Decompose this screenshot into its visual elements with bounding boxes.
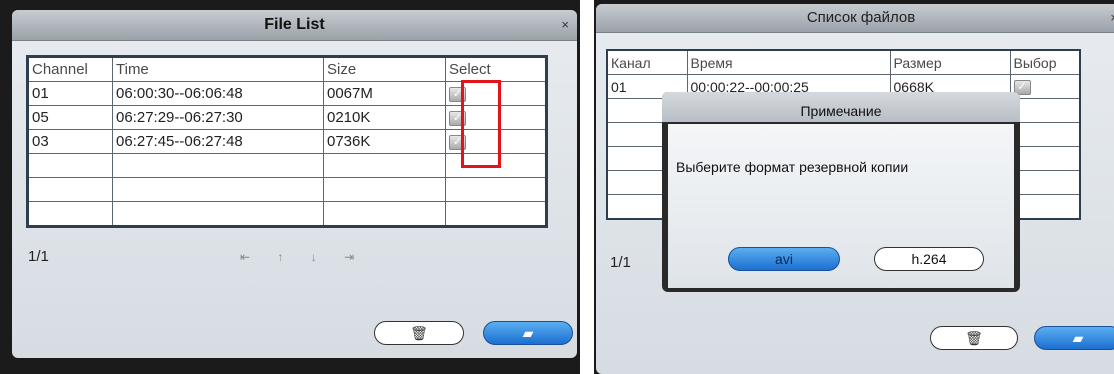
column-header-size: Размер bbox=[889, 49, 1011, 75]
cell-select: ✓ bbox=[1009, 74, 1081, 99]
delete-button[interactable]: 🗑 bbox=[930, 326, 1018, 350]
cell-size: 0067M bbox=[323, 81, 446, 106]
cell-size: 0210K bbox=[323, 105, 446, 130]
backup-format-dialog: Примечание Выберите формат резервной коп… bbox=[662, 92, 1020, 292]
cell-channel: 03 bbox=[27, 129, 113, 154]
table-row-empty bbox=[27, 177, 547, 202]
column-header-channel: Channel bbox=[27, 56, 113, 82]
file-list-screen-en: File List × Channel Time Size Select 01 … bbox=[0, 0, 580, 374]
cell-time: 06:27:29--06:27:30 bbox=[112, 105, 324, 130]
window-title-bar: File List × bbox=[12, 10, 577, 41]
window-title-bar: Список файлов × bbox=[596, 4, 1114, 33]
window-title: Список файлов bbox=[806, 9, 916, 26]
dialog-title: Примечание bbox=[662, 92, 1020, 122]
first-page-icon[interactable]: ⇤ bbox=[240, 250, 262, 264]
close-icon[interactable]: × bbox=[561, 10, 569, 40]
file-list-window: Список файлов × Канал Время Размер Выбор… bbox=[596, 4, 1114, 374]
page-indicator: 1/1 bbox=[28, 248, 49, 265]
trash-icon: 🗑 bbox=[410, 325, 428, 341]
h264-button[interactable]: h.264 bbox=[874, 247, 984, 271]
avi-button[interactable]: avi bbox=[728, 247, 840, 271]
dialog-message: Выберите формат резервной копии bbox=[676, 159, 909, 175]
folder-icon: ▰ bbox=[522, 325, 534, 341]
column-header-size: Size bbox=[323, 56, 446, 82]
column-header-select: Select bbox=[445, 56, 547, 82]
column-header-select: Выбор bbox=[1009, 49, 1081, 75]
file-list-screen-ru: Список файлов × Канал Время Размер Выбор… bbox=[594, 0, 1114, 374]
cell-time: 06:27:45--06:27:48 bbox=[112, 129, 324, 154]
column-header-time: Время bbox=[686, 49, 891, 75]
select-column-highlight bbox=[461, 80, 501, 168]
last-page-icon[interactable]: ⇥ bbox=[344, 250, 366, 264]
table-header: Channel Time Size Select bbox=[27, 56, 547, 82]
page-indicator: 1/1 bbox=[610, 254, 631, 271]
cell-size: 0736K bbox=[323, 129, 446, 154]
close-icon[interactable]: × bbox=[1110, 4, 1114, 32]
backup-button[interactable]: ▰ bbox=[1034, 326, 1114, 350]
table-row-empty bbox=[27, 201, 547, 227]
cell-channel: 01 bbox=[27, 81, 113, 106]
trash-icon: 🗑 bbox=[965, 330, 983, 346]
dialog-body: Выберите формат резервной копии avi h.26… bbox=[668, 124, 1014, 288]
prev-page-icon[interactable]: ↑ bbox=[277, 250, 295, 264]
cell-time: 06:00:30--06:06:48 bbox=[112, 81, 324, 106]
delete-button[interactable]: 🗑 bbox=[374, 321, 464, 345]
backup-button[interactable]: ▰ bbox=[483, 321, 573, 345]
column-header-channel: Канал bbox=[606, 49, 688, 75]
folder-icon: ▰ bbox=[1072, 330, 1084, 346]
next-page-icon[interactable]: ↓ bbox=[311, 250, 329, 264]
page-navigation: ⇤ ↑ ↓ ⇥ bbox=[240, 250, 366, 264]
window-title: File List bbox=[264, 16, 325, 33]
column-header-time: Time bbox=[112, 56, 324, 82]
file-list-window: File List × Channel Time Size Select 01 … bbox=[12, 10, 577, 358]
cell-channel: 05 bbox=[27, 105, 113, 130]
table-header: Канал Время Размер Выбор bbox=[606, 49, 1081, 75]
